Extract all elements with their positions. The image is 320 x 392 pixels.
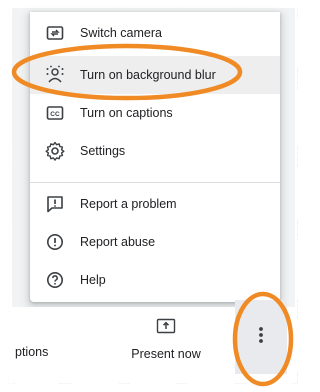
report-problem-icon — [44, 193, 66, 215]
menu-item-background-blur[interactable]: Turn on background blur — [30, 56, 280, 94]
menu-item-label: Report a problem — [80, 197, 177, 211]
more-vert-icon — [258, 325, 264, 350]
report-abuse-icon — [44, 231, 66, 253]
more-options-button[interactable] — [235, 300, 287, 374]
menu-item-label: Turn on background blur — [80, 68, 216, 82]
help-icon — [44, 269, 66, 291]
switch-camera-icon — [44, 22, 66, 44]
menu-item-label: Report abuse — [80, 235, 156, 249]
menu-item-captions[interactable]: CC Turn on captions — [30, 94, 280, 132]
menu-item-settings[interactable]: Settings — [30, 132, 280, 170]
more-options-menu: Switch camera Turn on background blur CC… — [30, 12, 280, 302]
present-now-button[interactable]: Present now — [125, 318, 207, 364]
menu-divider — [30, 182, 280, 183]
gear-icon — [44, 140, 66, 162]
menu-item-help[interactable]: Help — [30, 261, 280, 299]
menu-item-label: Turn on captions — [80, 106, 173, 120]
menu-item-report-abuse[interactable]: Report abuse — [30, 223, 280, 261]
present-icon — [156, 318, 176, 339]
present-now-label: Present now — [131, 347, 201, 361]
captions-button-label[interactable]: ptions — [15, 345, 48, 359]
menu-item-label: Settings — [80, 144, 126, 158]
background-blur-icon — [44, 64, 66, 86]
svg-text:CC: CC — [50, 111, 60, 118]
menu-item-label: Switch camera — [80, 26, 162, 40]
menu-item-switch-camera[interactable]: Switch camera — [30, 14, 280, 52]
menu-item-report-problem[interactable]: Report a problem — [30, 185, 280, 223]
captions-icon: CC — [44, 102, 66, 124]
menu-item-label: Help — [80, 273, 106, 287]
